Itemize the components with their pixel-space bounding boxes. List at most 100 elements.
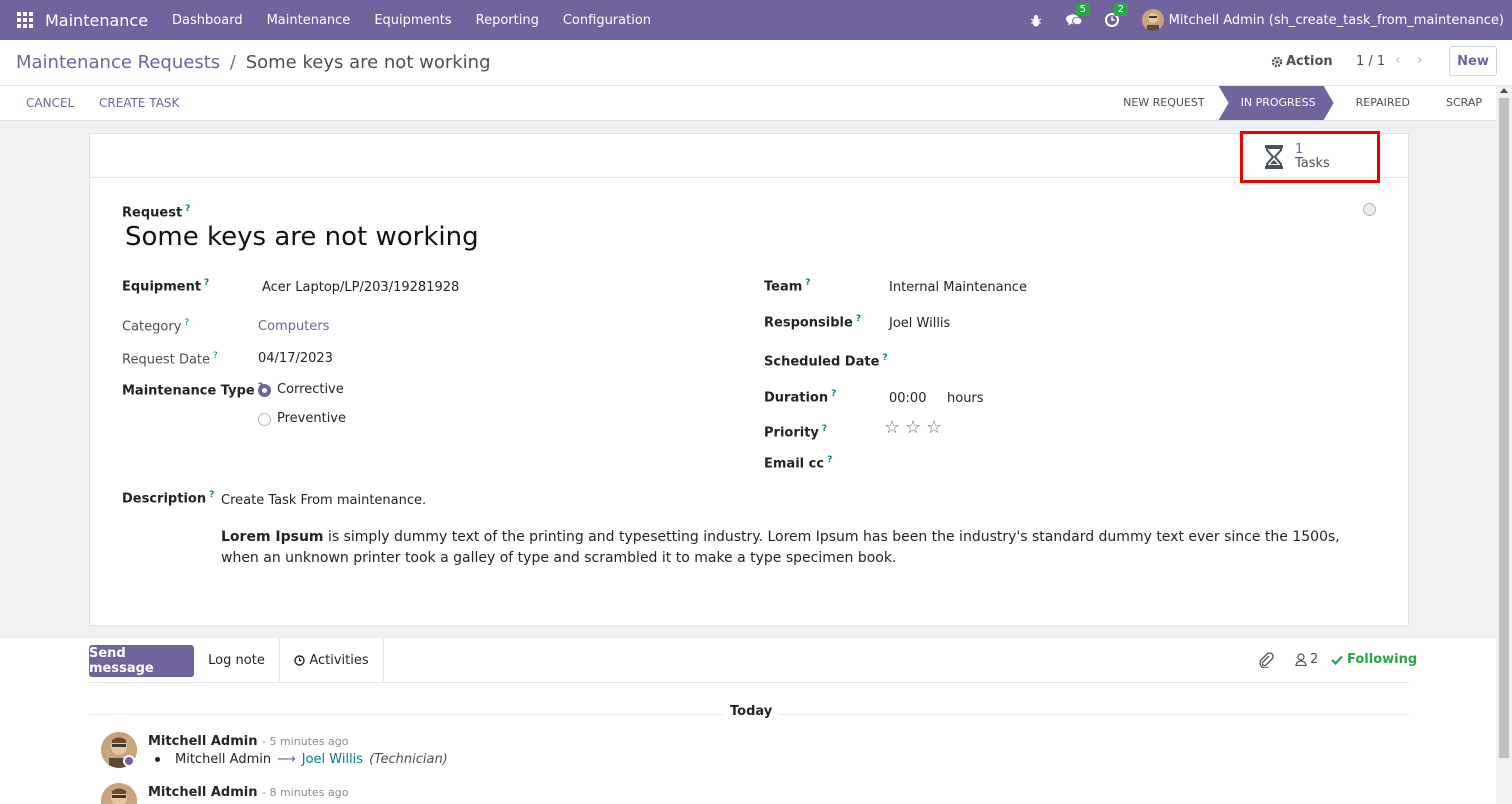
tasks-label: Tasks bbox=[1295, 156, 1330, 171]
message-time: - 5 minutes ago bbox=[261, 735, 349, 748]
breadcrumb-separator: / bbox=[229, 52, 236, 73]
clock-icon bbox=[294, 654, 306, 666]
activities-badge: 2 bbox=[1113, 3, 1128, 16]
following-label: Following bbox=[1347, 652, 1418, 667]
chatter: Send message Log note Activities 2 Follo… bbox=[0, 638, 1496, 804]
duration-unit: hours bbox=[947, 391, 984, 406]
chatter-divider bbox=[89, 682, 1409, 683]
user-icon bbox=[1295, 653, 1307, 666]
debug-bug-icon[interactable] bbox=[1028, 12, 1044, 28]
message-author[interactable]: Mitchell Admin - 8 minutes ago bbox=[148, 785, 348, 800]
tracking-value-change: Mitchell Admin ⟶ Joel Willis (Technician… bbox=[155, 752, 448, 767]
tracking-new-value: Joel Willis bbox=[301, 752, 364, 767]
stage-repaired[interactable]: REPAIRED bbox=[1334, 86, 1424, 120]
scheduled-date-field[interactable] bbox=[889, 353, 1089, 371]
hourglass-icon bbox=[1265, 145, 1283, 169]
followers-count: 2 bbox=[1310, 652, 1319, 667]
description-label: Description? bbox=[122, 490, 215, 507]
log-note-button[interactable]: Log note bbox=[194, 638, 280, 682]
message-time: - 8 minutes ago bbox=[261, 786, 349, 799]
description-paragraph: Lorem Ipsum is simply dummy text of the … bbox=[221, 529, 1340, 566]
priority-star-icon[interactable]: ☆ bbox=[884, 417, 900, 438]
send-message-button[interactable]: Send message bbox=[89, 645, 194, 677]
control-panel: Maintenance Requests / Some keys are not… bbox=[0, 40, 1512, 86]
breadcrumb-current: Some keys are not working bbox=[245, 52, 491, 73]
priority-star-icon[interactable]: ☆ bbox=[905, 417, 921, 438]
request-date-field[interactable]: 04/17/2023 bbox=[258, 351, 333, 366]
stage-scrap[interactable]: SCRAP bbox=[1424, 86, 1496, 120]
scroll-thumb[interactable] bbox=[1499, 98, 1509, 758]
tasks-smart-button[interactable]: 1 Tasks bbox=[1240, 131, 1380, 183]
breadcrumb-parent[interactable]: Maintenance Requests bbox=[16, 52, 220, 73]
gear-icon bbox=[1271, 56, 1283, 67]
tracking-field-name: (Technician) bbox=[369, 752, 448, 767]
stage-new-request[interactable]: NEW REQUEST bbox=[1101, 86, 1219, 120]
smart-button-box: 1 Tasks bbox=[90, 131, 1408, 183]
responsible-field[interactable]: Joel Willis bbox=[889, 316, 950, 331]
bullet-point bbox=[155, 757, 160, 762]
pager-next-icon[interactable]: › bbox=[1417, 52, 1423, 68]
tasks-count: 1 bbox=[1295, 142, 1304, 157]
app-brand[interactable]: Maintenance bbox=[45, 11, 148, 30]
radio-preventive[interactable] bbox=[258, 413, 271, 426]
priority-label: Priority? bbox=[764, 424, 828, 441]
menu-dashboard[interactable]: Dashboard bbox=[172, 13, 243, 28]
responsible-label: Responsible? bbox=[764, 314, 862, 331]
messages-icon[interactable]: 5 bbox=[1065, 3, 1090, 28]
page-scrollbar[interactable] bbox=[1496, 86, 1512, 804]
description-field[interactable]: Create Task From maintenance. Lorem Ipsu… bbox=[221, 493, 1341, 569]
user-menu[interactable]: Mitchell Admin (sh_create_task_from_main… bbox=[1169, 13, 1504, 28]
new-button[interactable]: New bbox=[1449, 46, 1497, 76]
breadcrumb: Maintenance Requests / Some keys are not… bbox=[16, 52, 491, 73]
online-status-dot bbox=[123, 755, 135, 767]
duration-label: Duration? bbox=[764, 389, 837, 406]
action-label: Action bbox=[1286, 54, 1333, 69]
cancel-button[interactable]: CANCEL bbox=[26, 96, 74, 110]
radio-corrective-label[interactable]: Corrective bbox=[277, 382, 344, 397]
apps-menu-icon[interactable] bbox=[17, 12, 33, 28]
user-avatar[interactable] bbox=[1141, 9, 1164, 31]
team-field[interactable]: Internal Maintenance bbox=[889, 280, 1027, 295]
request-title[interactable]: Some keys are not working bbox=[125, 222, 479, 252]
check-icon bbox=[1331, 655, 1343, 665]
category-label: Category? bbox=[122, 318, 190, 335]
scroll-up-arrow-icon[interactable] bbox=[1500, 88, 1508, 93]
priority-star-icon[interactable]: ☆ bbox=[926, 417, 942, 438]
menu-equipments[interactable]: Equipments bbox=[374, 13, 451, 28]
following-button[interactable]: Following bbox=[1331, 652, 1417, 667]
tracking-old-value: Mitchell Admin bbox=[175, 752, 272, 767]
duration-field[interactable]: 00:00 bbox=[889, 391, 926, 406]
create-task-button[interactable]: CREATE TASK bbox=[99, 96, 179, 110]
action-menu-button[interactable]: Action bbox=[1271, 54, 1333, 69]
stage-statusbar: NEW REQUEST IN PROGRESS REPAIRED SCRAP bbox=[1101, 86, 1496, 120]
message-author-avatar[interactable] bbox=[101, 783, 137, 804]
radio-preventive-label[interactable]: Preventive bbox=[277, 411, 346, 426]
email-cc-label: Email cc? bbox=[764, 455, 833, 472]
radio-corrective[interactable] bbox=[258, 384, 271, 397]
attachment-paperclip-icon[interactable] bbox=[1258, 652, 1274, 672]
kanban-state-indicator[interactable] bbox=[1363, 203, 1376, 216]
messages-badge: 5 bbox=[1075, 3, 1090, 16]
date-separator: Today bbox=[723, 704, 780, 719]
menu-reporting[interactable]: Reporting bbox=[476, 13, 539, 28]
pager-value[interactable]: 1 / 1 bbox=[1356, 54, 1385, 69]
followers-button[interactable]: 2 bbox=[1295, 652, 1318, 667]
stage-in-progress[interactable]: IN PROGRESS bbox=[1219, 86, 1334, 120]
activities-clock-icon[interactable]: 2 bbox=[1104, 3, 1128, 28]
scheduled-date-label: Scheduled Date? bbox=[764, 353, 888, 370]
category-field[interactable]: Computers bbox=[258, 319, 329, 334]
request-label: Request? bbox=[122, 204, 191, 221]
request-date-label: Request Date? bbox=[122, 351, 218, 368]
menu-configuration[interactable]: Configuration bbox=[563, 13, 651, 28]
form-sheet: 1 Tasks Request? Some keys are not worki… bbox=[89, 131, 1409, 626]
activities-button[interactable]: Activities bbox=[280, 638, 384, 682]
description-line1: Create Task From maintenance. bbox=[221, 493, 427, 508]
statusbar-row: CANCEL CREATE TASK NEW REQUEST IN PROGRE… bbox=[0, 86, 1496, 121]
pager-previous-icon[interactable]: ‹ bbox=[1395, 52, 1401, 68]
arrow-right-icon: ⟶ bbox=[277, 752, 296, 767]
equipment-field[interactable]: Acer Laptop/LP/203/19281928 bbox=[262, 280, 459, 295]
message-author[interactable]: Mitchell Admin - 5 minutes ago bbox=[148, 734, 348, 749]
equipment-label: Equipment? bbox=[122, 278, 210, 295]
top-navbar: Maintenance Dashboard Maintenance Equipm… bbox=[0, 0, 1512, 40]
menu-maintenance[interactable]: Maintenance bbox=[267, 13, 351, 28]
